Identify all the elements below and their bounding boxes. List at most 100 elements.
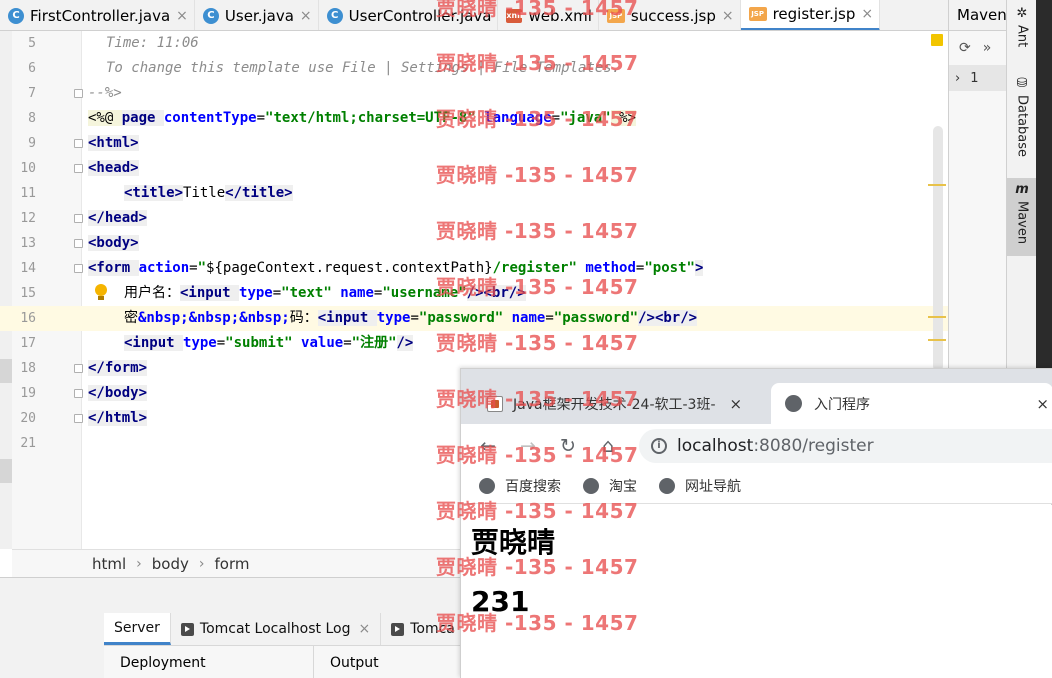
line-number: 20 — [20, 411, 36, 426]
globe-icon — [659, 477, 675, 494]
breadcrumb-item[interactable]: html — [92, 555, 126, 573]
line-number: 17 — [20, 336, 36, 351]
fold-marker[interactable] — [74, 89, 83, 98]
close-icon[interactable]: × — [722, 8, 734, 24]
watermark: 贾晓晴 -135 - 1457 — [436, 387, 639, 411]
warning-stripe[interactable] — [928, 316, 946, 318]
line-number: 13 — [20, 236, 36, 251]
breadcrumb-item[interactable]: body — [152, 555, 189, 573]
tab-tomcat-localhost-log[interactable]: Tomcat Localhost Log × — [171, 613, 382, 645]
close-icon[interactable]: × — [1036, 395, 1049, 413]
close-icon[interactable]: × — [176, 8, 188, 24]
tab-server[interactable]: Server — [104, 613, 171, 645]
line-number: 7 — [28, 86, 36, 101]
close-icon[interactable]: × — [300, 8, 312, 24]
line-number: 21 — [20, 436, 36, 451]
java-class-icon: C — [8, 7, 24, 24]
fold-marker[interactable] — [74, 364, 83, 373]
browser-tab-active[interactable]: 入门程序 × — [771, 383, 1052, 424]
jsp-file-icon: JSP — [748, 7, 767, 21]
maven-project-label: 1 — [970, 70, 979, 86]
watermark: 贾晓晴 -135 - 1457 — [436, 107, 639, 131]
tab-register-jsp[interactable]: JSP register.jsp × — [740, 0, 881, 30]
tab-user[interactable]: C User.java × — [195, 0, 319, 30]
line-number: 18 — [20, 361, 36, 376]
info-icon[interactable]: i — [651, 438, 667, 454]
bookmark-baidu[interactable]: 百度搜索 — [479, 476, 561, 496]
line-number: 8 — [28, 111, 36, 126]
tab-first-controller[interactable]: C FirstController.java × — [0, 0, 195, 30]
globe-icon — [479, 477, 495, 494]
code-text: <head> — [88, 160, 139, 176]
code-text: <input type="submit" value="注册"/> — [124, 335, 414, 351]
fold-marker[interactable] — [74, 214, 83, 223]
ant-tool-button[interactable]: ✲ Ant — [1007, 6, 1037, 47]
maven-panel-title: Maven — [949, 0, 1007, 31]
maven-panel: Maven ⟳ » › 1 — [948, 0, 1007, 370]
maven-tool-button[interactable]: m Maven — [1007, 178, 1037, 256]
fold-marker[interactable] — [74, 164, 83, 173]
maven-icon: m — [1015, 182, 1029, 197]
tab-label: Tomcat Localhost Log — [199, 621, 351, 637]
fold-marker[interactable] — [74, 139, 83, 148]
breadcrumb-item[interactable]: form — [215, 555, 250, 573]
line-number: 5 — [28, 36, 36, 51]
fold-marker[interactable] — [74, 414, 83, 423]
bookmark-taobao[interactable]: 淘宝 — [583, 476, 637, 496]
address-bar[interactable]: i localhost:8080/register — [639, 429, 1052, 463]
line-number: 15 — [20, 286, 36, 301]
globe-icon — [785, 395, 802, 412]
fold-marker[interactable] — [74, 239, 83, 248]
desktop-background — [1036, 0, 1052, 370]
right-tool-strip: ✲ Ant ⛁ Database m Maven — [1006, 0, 1037, 370]
fold-marker[interactable] — [74, 264, 83, 273]
line-number: 11 — [20, 186, 36, 201]
code-text: <body> — [88, 235, 139, 251]
maven-tree-row[interactable]: › 1 — [949, 65, 1006, 91]
warning-stripe[interactable] — [928, 339, 946, 341]
warning-stripe[interactable] — [928, 184, 946, 186]
watermark: 贾晓晴 -135 - 1457 — [436, 499, 639, 523]
deployment-column-header: Deployment — [104, 645, 314, 678]
breadcrumb-separator: › — [136, 555, 142, 572]
line-number: 9 — [28, 136, 36, 151]
watermark: 贾晓晴 -135 - 1457 — [436, 443, 639, 467]
tab-label: success.jsp — [630, 6, 716, 25]
code-line: 9 <html> — [0, 131, 948, 156]
watermark: 贾晓晴 -135 - 1457 — [436, 0, 639, 20]
close-icon[interactable]: × — [861, 6, 873, 22]
watermark: 贾晓晴 -135 - 1457 — [436, 163, 639, 187]
close-icon[interactable]: × — [730, 395, 743, 413]
ant-icon: ✲ — [1016, 6, 1028, 21]
browser-tab-title: 入门程序 — [814, 396, 870, 413]
warning-indicator-icon[interactable] — [931, 34, 943, 46]
breadcrumb-separator: › — [198, 555, 205, 572]
close-icon[interactable]: × — [358, 621, 370, 637]
page-content: 贾晓晴 231 — [461, 505, 1052, 678]
url-host: localhost — [677, 436, 754, 456]
maven-toolbar: ⟳ » — [949, 31, 1006, 65]
line-number: 12 — [20, 211, 36, 226]
fold-marker[interactable] — [74, 389, 83, 398]
lightbulb-icon[interactable] — [94, 284, 108, 303]
margin-marker — [0, 459, 12, 483]
watermark: 贾晓晴 -135 - 1457 — [436, 611, 639, 635]
watermark: 贾晓晴 -135 - 1457 — [436, 275, 639, 299]
bookmark-nav[interactable]: 网址导航 — [659, 476, 741, 496]
line-number: 16 — [20, 311, 36, 326]
globe-icon — [583, 477, 599, 494]
chevron-right-icon[interactable]: › — [955, 71, 960, 86]
more-icon[interactable]: » — [983, 40, 992, 56]
refresh-icon[interactable]: ⟳ — [959, 40, 971, 56]
editor-scrollbar[interactable] — [933, 126, 943, 371]
bookmark-label: 百度搜索 — [505, 478, 561, 495]
tomcat-icon — [391, 622, 405, 636]
bookmark-label: 网址导航 — [685, 478, 741, 495]
ant-label: Ant — [1014, 25, 1030, 48]
services-tab-bar: Server Tomcat Localhost Log × Tomca — [104, 613, 466, 645]
java-class-icon: C — [202, 7, 219, 24]
database-tool-button[interactable]: ⛁ Database — [1007, 76, 1037, 157]
code-comment: --%> — [88, 85, 122, 101]
code-text: </html> — [88, 410, 148, 426]
line-number: 6 — [28, 61, 36, 76]
